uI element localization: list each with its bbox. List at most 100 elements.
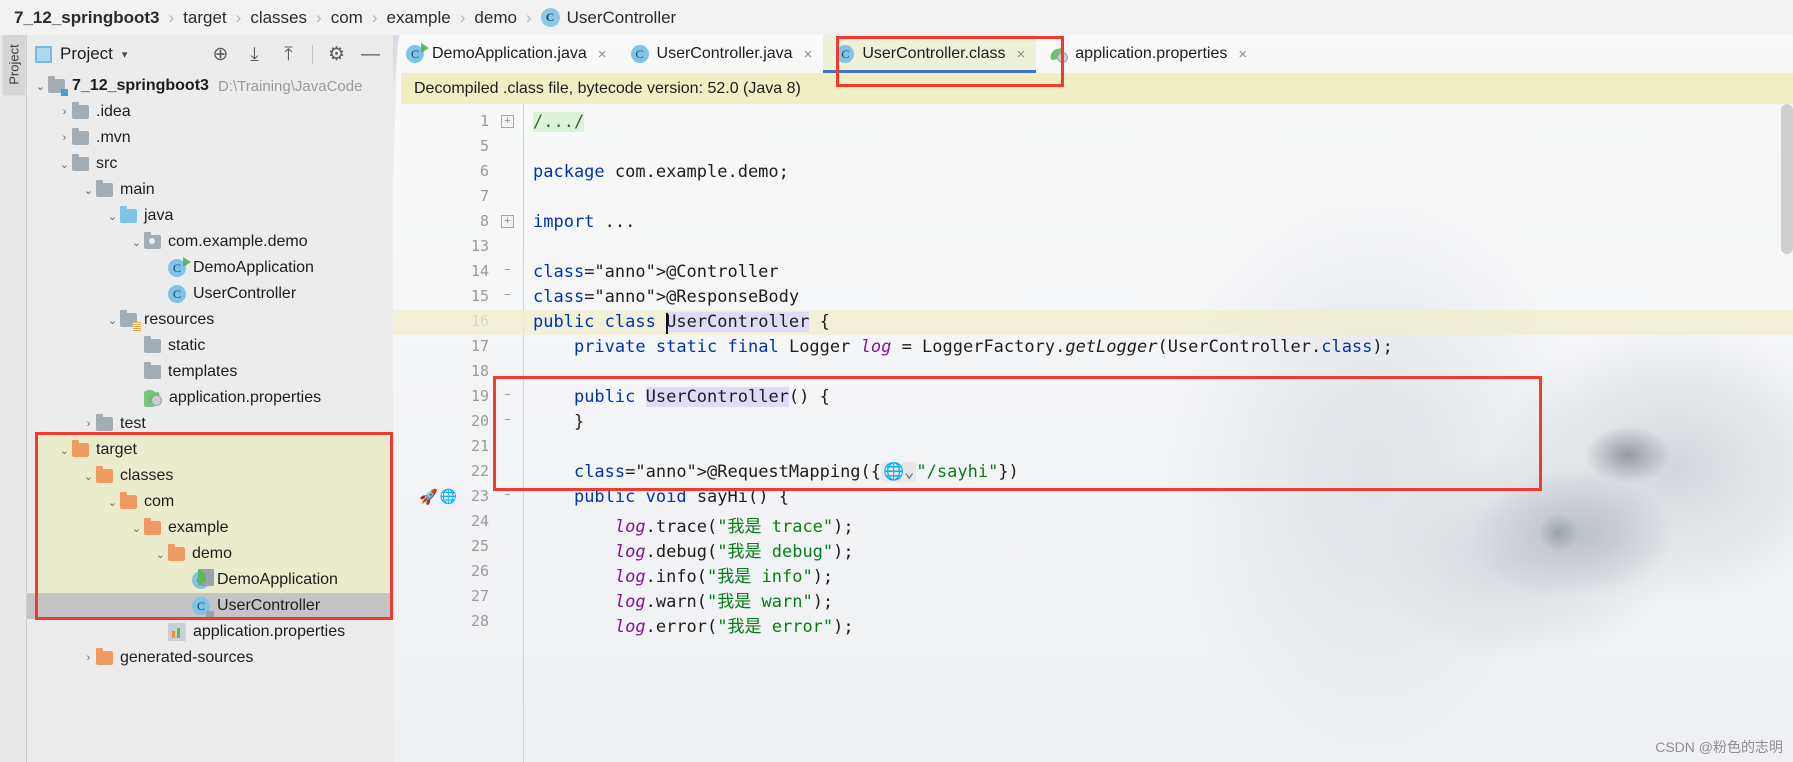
chevron-down-icon[interactable]: ⌄ — [129, 236, 144, 249]
tree-node-src[interactable]: ⌄ src — [27, 151, 393, 177]
code-text[interactable]: /.../ package com.example.demo; import ...… — [533, 104, 1793, 762]
folded-comment[interactable]: /.../ — [533, 112, 585, 132]
chevron-down-icon[interactable]: ⌄ — [33, 80, 48, 93]
code-line-8[interactable]: import ... — [533, 212, 635, 232]
tree-node-usercontroller[interactable]: ›CUserController — [27, 281, 393, 307]
chevron-down-icon[interactable]: ⌄ — [129, 522, 144, 535]
fold-toggle-icon[interactable]: − — [501, 415, 514, 428]
chevron-down-icon[interactable]: ⌄ — [57, 444, 72, 457]
tree-node-demoapplication[interactable]: ›CDemoApplication — [27, 567, 393, 593]
expand-all-icon[interactable]: ⤓ — [244, 44, 265, 65]
close-icon[interactable]: × — [598, 46, 607, 63]
breadcrumb-item-demo[interactable]: demo — [474, 8, 517, 28]
editor-gutter[interactable]: 1+5678+1314−15−16171819−20−212223−🚀🌐2425… — [393, 104, 533, 762]
code-line-23[interactable]: public void sayHi() { — [533, 487, 789, 507]
breadcrumb-item-com[interactable]: com — [331, 8, 363, 28]
code-line-6[interactable]: package com.example.demo; — [533, 162, 789, 182]
chevron-right-icon[interactable]: › — [129, 392, 144, 404]
chevron-right-icon[interactable]: › — [153, 626, 168, 638]
code-line-16[interactable]: public class UserController { — [533, 312, 830, 332]
chevron-right-icon[interactable]: › — [177, 600, 192, 612]
tree-node-test[interactable]: › test — [27, 411, 393, 437]
locate-icon[interactable]: ⊕ — [210, 44, 231, 65]
tree-node-main[interactable]: ⌄ main — [27, 177, 393, 203]
editor-tab-usercontroller-java[interactable]: C UserController.java × — [618, 35, 824, 73]
tree-node-com[interactable]: ⌄ com — [27, 489, 393, 515]
tree-node-7-12-springboot3[interactable]: ⌄ 7_12_springboot3 D:\Training\JavaCode — [27, 73, 393, 99]
code-line-15[interactable]: class="anno">@ResponseBody — [533, 287, 799, 307]
code-line-22[interactable]: class="anno">@RequestMapping({🌐⌄ "/sayhi"… — [533, 462, 1019, 482]
chevron-right-icon[interactable]: › — [153, 288, 168, 300]
code-line-24[interactable]: log.trace("我是 trace"); — [533, 512, 854, 537]
tree-node-example[interactable]: ⌄ example — [27, 515, 393, 541]
tree-node--mvn[interactable]: › .mvn — [27, 125, 393, 151]
code-line-26[interactable]: log.info("我是 info"); — [533, 562, 833, 587]
vertical-scrollbar[interactable] — [1781, 104, 1793, 254]
chevron-right-icon[interactable]: › — [129, 366, 144, 378]
code-line-19[interactable]: public UserController() { — [533, 387, 830, 407]
breadcrumb-item-target[interactable]: target — [183, 8, 226, 28]
chevron-down-icon[interactable]: ⌄ — [153, 548, 168, 561]
fold-toggle-icon[interactable]: − — [501, 265, 514, 278]
code-line-1[interactable]: /.../ — [533, 112, 585, 132]
tree-node-resources[interactable]: ⌄ resources — [27, 307, 393, 333]
project-tool-tab[interactable]: Project — [2, 33, 26, 96]
tree-node-static[interactable]: › static — [27, 333, 393, 359]
code-line-27[interactable]: log.warn("我是 warn"); — [533, 587, 833, 612]
chevron-down-icon[interactable]: ▾ — [122, 48, 128, 61]
fold-toggle-icon[interactable]: − — [501, 390, 514, 403]
fold-toggle-icon[interactable]: + — [501, 215, 514, 228]
chevron-down-icon[interactable]: ⌄ — [105, 314, 120, 327]
close-icon[interactable]: × — [1017, 46, 1026, 63]
tree-node-target[interactable]: ⌄ target — [27, 437, 393, 463]
tree-node-com-example-demo[interactable]: ⌄ com.example.demo — [27, 229, 393, 255]
breadcrumb-item-classes[interactable]: classes — [250, 8, 307, 28]
code-line-14[interactable]: class="anno">@Controller — [533, 262, 779, 282]
globe-dropdown-icon[interactable]: 🌐⌄ — [881, 462, 917, 482]
tree-node-demo[interactable]: ⌄ demo — [27, 541, 393, 567]
web-icon[interactable]: 🌐 — [440, 488, 457, 508]
breadcrumb-item-example[interactable]: example — [386, 8, 450, 28]
editor-tab-application-properties[interactable]: application.properties × — [1036, 35, 1258, 73]
code-line-28[interactable]: log.error("我是 error"); — [533, 612, 854, 637]
tree-node-java[interactable]: ⌄ java — [27, 203, 393, 229]
editor-tab-usercontroller-class[interactable]: C UserController.class × — [823, 35, 1037, 73]
tree-node-generated-sources[interactable]: › generated-sources — [27, 645, 393, 671]
close-icon[interactable]: × — [1238, 46, 1247, 63]
chevron-right-icon[interactable]: › — [81, 652, 96, 664]
fold-toggle-icon[interactable]: − — [501, 490, 514, 503]
chevron-right-icon[interactable]: › — [129, 340, 144, 352]
chevron-right-icon[interactable]: › — [177, 574, 192, 586]
tree-node-templates[interactable]: › templates — [27, 359, 393, 385]
chevron-down-icon[interactable]: ⌄ — [81, 184, 96, 197]
tree-node--idea[interactable]: › .idea — [27, 99, 393, 125]
folder-icon — [72, 154, 89, 171]
collapse-all-icon[interactable]: ⤒ — [278, 44, 299, 65]
chevron-right-icon[interactable]: › — [153, 262, 168, 274]
close-icon[interactable]: × — [804, 46, 813, 63]
chevron-down-icon[interactable]: ⌄ — [105, 496, 120, 509]
rocket-icon[interactable]: 🚀 — [419, 488, 438, 508]
tree-node-application-properties[interactable]: › application.properties — [27, 619, 393, 645]
chevron-down-icon[interactable]: ⌄ — [81, 470, 96, 483]
settings-gear-icon[interactable]: ⚙ — [326, 44, 347, 65]
fold-toggle-icon[interactable]: + — [501, 115, 514, 128]
tree-node-application-properties[interactable]: › application.properties — [27, 385, 393, 411]
tree-node-classes[interactable]: ⌄ classes — [27, 463, 393, 489]
code-line-20[interactable]: } — [533, 412, 584, 432]
chevron-down-icon[interactable]: ⌄ — [105, 210, 120, 223]
line-number: 21 — [470, 437, 489, 455]
breadcrumb-item-usercontroller[interactable]: UserController — [567, 8, 677, 28]
breadcrumb-item-7-12-springboot3[interactable]: 7_12_springboot3 — [14, 8, 160, 28]
chevron-right-icon[interactable]: › — [81, 418, 96, 430]
editor-tab-demoapplication-java[interactable]: C DemoApplication.java × — [393, 35, 618, 73]
code-line-25[interactable]: log.debug("我是 debug"); — [533, 537, 854, 562]
hide-panel-icon[interactable]: — — [360, 44, 381, 65]
tree-node-usercontroller[interactable]: ›CUserController — [27, 593, 393, 619]
chevron-down-icon[interactable]: ⌄ — [57, 158, 72, 171]
chevron-right-icon[interactable]: › — [57, 132, 72, 144]
fold-toggle-icon[interactable]: − — [501, 290, 514, 303]
chevron-right-icon[interactable]: › — [57, 106, 72, 118]
tree-node-demoapplication[interactable]: ›CDemoApplication — [27, 255, 393, 281]
code-line-17[interactable]: private static final Logger log = Logger… — [533, 337, 1393, 357]
